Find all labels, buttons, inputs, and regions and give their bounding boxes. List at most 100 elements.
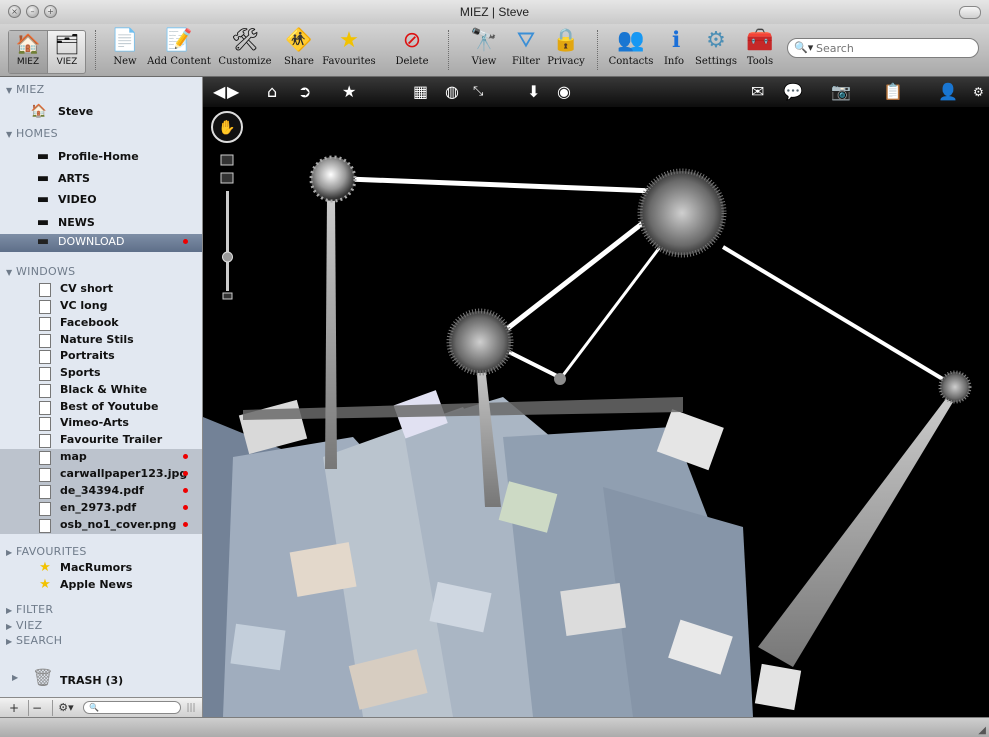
- node-sphere[interactable]: [938, 370, 972, 404]
- binoculars-icon: 🔭: [470, 28, 498, 53]
- expand-icon[interactable]: ⤡: [473, 82, 483, 102]
- tools-button[interactable]: 🧰 Tools: [744, 27, 776, 67]
- sidebar-item-window[interactable]: Favourite Trailer: [0, 432, 202, 449]
- section-header-search[interactable]: ▶ SEARCH: [6, 634, 62, 647]
- action-menu-button[interactable]: ⚙▾: [52, 700, 79, 716]
- node-sphere[interactable]: [637, 168, 727, 258]
- disclosure-triangle-icon: ▼: [6, 268, 13, 277]
- new-label: New: [113, 56, 137, 67]
- disclosure-triangle-icon: ▶: [6, 637, 13, 646]
- zoom-out-icon[interactable]: [222, 292, 233, 300]
- privacy-button[interactable]: 🔒 Privacy: [546, 27, 586, 67]
- resize-grip-icon[interactable]: ◢: [978, 725, 986, 736]
- sidebar-item-window[interactable]: Nature Stils: [0, 332, 202, 349]
- add-item-button[interactable]: +: [6, 700, 22, 716]
- document-icon: [36, 332, 54, 348]
- sidebar-item-window[interactable]: carwallpaper123.jpg: [0, 466, 202, 483]
- settings-button[interactable]: ⚙ Settings: [694, 27, 738, 67]
- delete-button[interactable]: ⊘ Delete: [394, 27, 430, 67]
- miez-view-button[interactable]: 🏠 MIEZ: [9, 31, 47, 73]
- node-sphere[interactable]: [446, 308, 514, 376]
- globe-icon[interactable]: ◍: [445, 82, 459, 102]
- remove-item-button[interactable]: −: [28, 700, 45, 716]
- sidebar-item-window[interactable]: osb_no1_cover.png: [0, 517, 202, 534]
- download-icon[interactable]: ⬇: [527, 82, 540, 102]
- rocket-icon[interactable]: ◉: [557, 82, 571, 102]
- add-content-icon: 📝: [165, 28, 193, 53]
- monitor-icon[interactable]: [220, 172, 234, 184]
- section-header-favourites[interactable]: ▶ FAVOURITES: [6, 545, 87, 558]
- sidebar-item-window[interactable]: Portraits: [0, 348, 202, 365]
- sidebar-item-window[interactable]: de_34394.pdf: [0, 483, 202, 500]
- toolbar-toggle-button[interactable]: [959, 6, 981, 19]
- sidebar-item-news[interactable]: ▬ NEWS: [0, 215, 202, 232]
- section-header-filter[interactable]: ▶ FILTER: [6, 603, 53, 616]
- sidebar-item-window[interactable]: VC long: [0, 298, 202, 315]
- sidebar-item-trash[interactable]: ▶ 🗑 TRASH (3): [0, 670, 202, 692]
- sidebar-item-download[interactable]: ▬ DOWNLOAD: [0, 234, 202, 252]
- sidebar-item-macrumors[interactable]: ★ MacRumors: [0, 560, 202, 577]
- viez-view-button[interactable]: 🗂 VIEZ: [47, 31, 86, 73]
- customize-button[interactable]: 🛠 Customize: [218, 27, 272, 67]
- connection-line: [721, 245, 953, 386]
- sidebar-item-apple-news[interactable]: ★ Apple News: [0, 577, 202, 594]
- contacts-button[interactable]: 👥 Contacts: [607, 27, 655, 67]
- window-title: MIEZ | Steve: [459, 5, 530, 19]
- sidebar-item-steve[interactable]: 🏠 Steve: [0, 104, 202, 121]
- forward-icon[interactable]: ▶: [227, 82, 239, 102]
- gear-icon: ⚙: [706, 28, 726, 53]
- sidebar-item-window[interactable]: Sports: [0, 365, 202, 382]
- favourites-button[interactable]: ★ Favourites: [322, 27, 376, 67]
- section-header-viez[interactable]: ▶ VIEZ: [6, 619, 42, 632]
- star-icon[interactable]: ★: [342, 82, 356, 102]
- view-button[interactable]: 🔭 View: [468, 27, 500, 67]
- resize-grip-icon[interactable]: |||: [186, 700, 196, 716]
- user-icon[interactable]: 👤: [938, 82, 958, 102]
- chat-bubble-icon[interactable]: 💬: [783, 82, 803, 102]
- sidebar-item-arts[interactable]: ▬ ARTS: [0, 171, 202, 188]
- new-button[interactable]: 📄 New: [110, 27, 140, 67]
- sidebar-item-window[interactable]: Facebook: [0, 315, 202, 332]
- back-icon[interactable]: ◀: [213, 82, 225, 102]
- section-header-homes[interactable]: ▼ HOMES: [6, 127, 58, 140]
- grid-view-icon[interactable]: ▦: [413, 82, 428, 102]
- sidebar-item-label: ARTS: [58, 172, 90, 185]
- sidebar-item-window[interactable]: Black & White: [0, 382, 202, 399]
- share-button[interactable]: 🚸 Share: [282, 27, 316, 67]
- mail-icon[interactable]: ✉: [751, 82, 764, 102]
- sidebar-filter-field[interactable]: 🔍: [83, 701, 181, 714]
- sidebar-item-window[interactable]: map: [0, 449, 202, 466]
- zoom-slider-track[interactable]: [226, 191, 229, 291]
- sidebar-item-profile-home[interactable]: ▬ Profile-Home: [0, 149, 202, 166]
- gear-icon[interactable]: ⚙: [973, 82, 984, 102]
- sidebar-item-window[interactable]: en_2973.pdf: [0, 500, 202, 517]
- add-content-button[interactable]: 📝 Add Content: [147, 27, 211, 67]
- node-sphere[interactable]: [554, 373, 566, 385]
- zoom-slider-thumb[interactable]: [222, 251, 233, 263]
- home-icon[interactable]: ⌂: [267, 82, 277, 102]
- section-header-windows[interactable]: ▼ WINDOWS: [6, 265, 75, 278]
- camera-icon[interactable]: 📷: [831, 82, 851, 102]
- refresh-icon[interactable]: ➲: [298, 82, 311, 102]
- zoom-control[interactable]: ✋: [211, 111, 243, 300]
- sidebar-item-label: en_2973.pdf: [60, 501, 137, 514]
- info-button[interactable]: ℹ Info: [662, 27, 686, 67]
- clipboard-icon[interactable]: 📋: [883, 82, 903, 102]
- document-icon: [36, 432, 54, 448]
- sidebar-item-video[interactable]: ▬ VIDEO: [0, 192, 202, 209]
- search-field[interactable]: 🔍▾: [787, 38, 979, 58]
- sidebar-item-window[interactable]: Best of Youtube: [0, 399, 202, 416]
- filter-button[interactable]: ⛛ Filter: [510, 27, 542, 67]
- content-graph[interactable]: ✋: [203, 107, 989, 717]
- thumbnail-cloud[interactable]: [203, 390, 802, 717]
- graph-canvas[interactable]: ◀ ▶ ⌂ ➲ ★ ▦ ◍ ⤡ ⬇ ◉ ✉ 💬 📷 📋 👤 ⚙ ✋: [203, 77, 989, 717]
- sidebar-item-label: Nature Stils: [60, 333, 134, 346]
- sidebar-item-window[interactable]: CV short: [0, 281, 202, 298]
- section-header-miez[interactable]: ▼ MIEZ: [6, 83, 44, 96]
- miez-view-label: MIEZ: [16, 57, 40, 67]
- zoom-in-icon[interactable]: [220, 154, 234, 166]
- sidebar-item-window[interactable]: Vimeo-Arts: [0, 415, 202, 432]
- section-title: SEARCH: [16, 634, 63, 647]
- node-sphere[interactable]: [309, 155, 357, 203]
- search-input[interactable]: [814, 41, 968, 56]
